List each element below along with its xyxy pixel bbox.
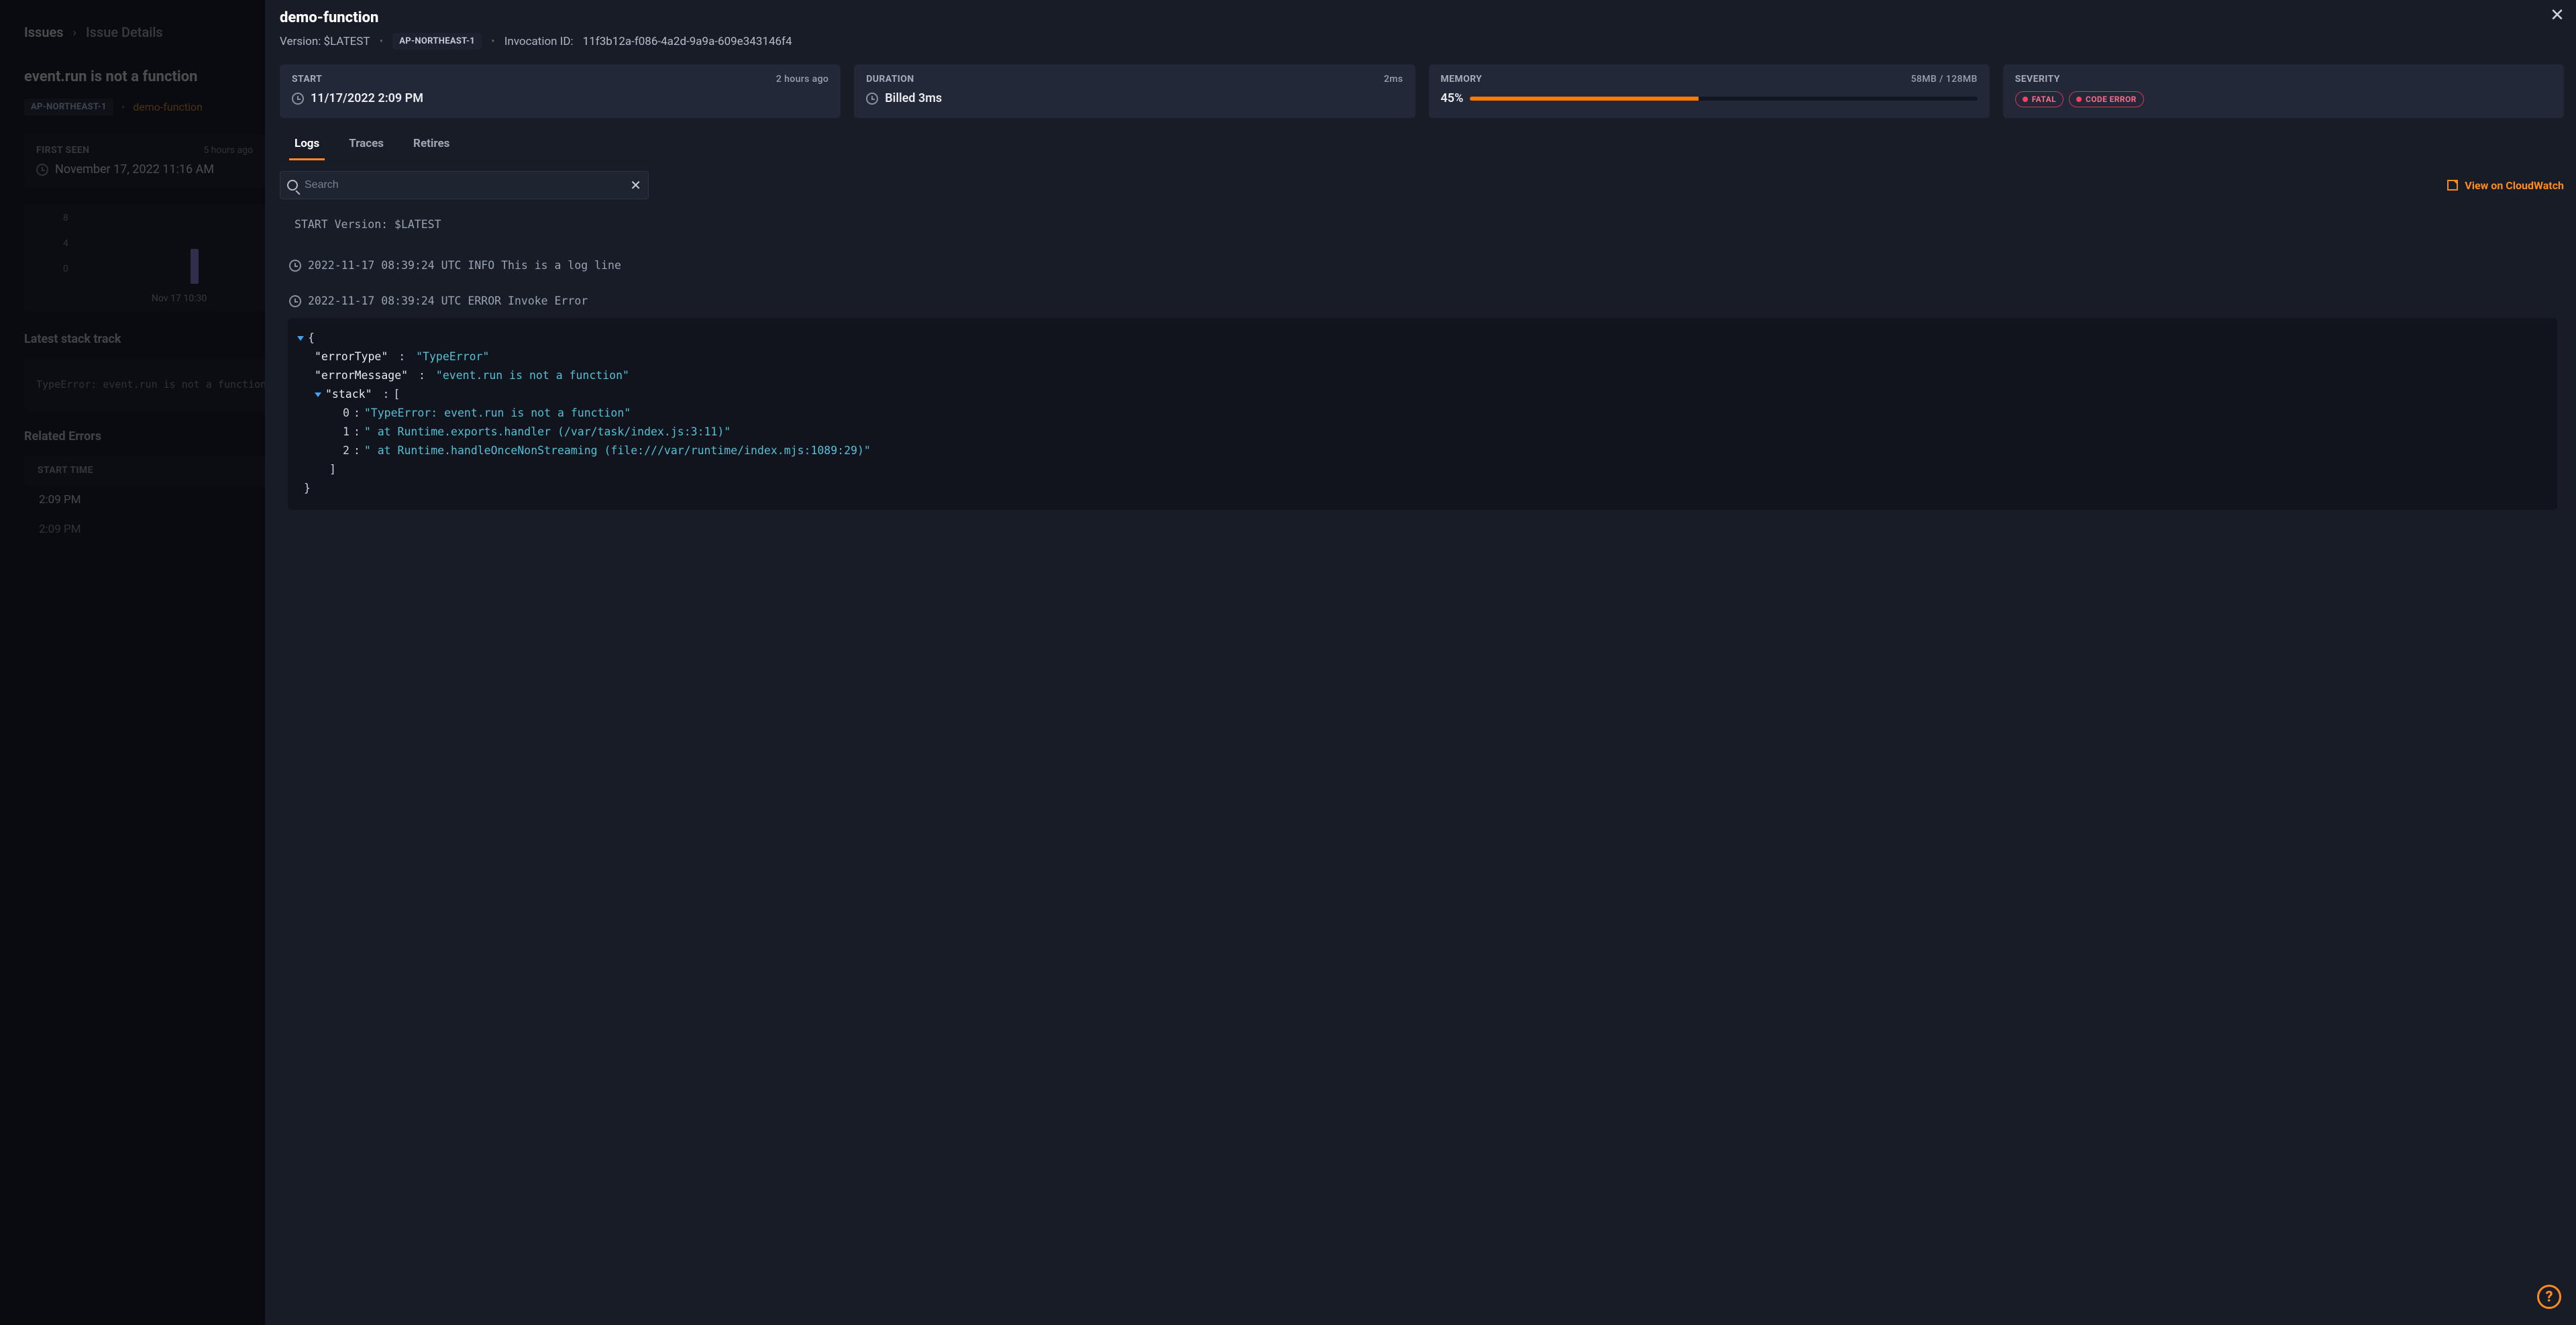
error-json-block: { "errorType" : "TypeError" "errorMessag… xyxy=(288,318,2557,510)
chevron-down-icon[interactable] xyxy=(315,392,321,397)
clock-icon xyxy=(866,93,878,105)
memory-meter-fill xyxy=(1470,97,1698,101)
modal-scrim[interactable] xyxy=(0,0,265,1325)
search-icon xyxy=(287,180,298,191)
log-output[interactable]: START Version: $LATEST 2022-11-17 08:39:… xyxy=(280,209,2564,1325)
help-fab[interactable]: ? xyxy=(2537,1285,2561,1309)
stat-severity: SEVERITY FATAL CODE ERROR xyxy=(2003,64,2564,118)
stat-memory: MEMORY 58MB / 128MB 45% xyxy=(1429,64,1990,118)
search-box[interactable]: ✕ xyxy=(280,171,649,199)
cloudwatch-label: View on CloudWatch xyxy=(2465,179,2564,192)
stat-duration: DURATION 2ms Billed 3ms xyxy=(854,64,1415,118)
panel-tabs: Logs Traces Retires xyxy=(280,122,2564,160)
tab-retires[interactable]: Retires xyxy=(408,127,455,160)
log-error-line: 2022-11-17 08:39:24 UTC ERROR Invoke Err… xyxy=(285,288,2560,314)
panel-title: demo-function xyxy=(280,9,2564,26)
memory-meter xyxy=(1470,97,1977,101)
close-icon[interactable]: ✕ xyxy=(2548,7,2567,25)
invocation-id-label: Invocation ID: xyxy=(504,35,574,48)
stat-label: MEMORY xyxy=(1441,74,1483,85)
invocation-id: 11f3b12a-f086-4a2d-9a9a-609e343146f4 xyxy=(583,35,792,48)
clear-search-icon[interactable]: ✕ xyxy=(630,177,641,193)
region-badge: AP-NORTHEAST-1 xyxy=(392,33,482,50)
dot-separator: • xyxy=(491,35,495,48)
stat-value: 11/17/2022 2:09 PM xyxy=(311,91,423,105)
dot-separator: • xyxy=(380,35,384,48)
stats-row: START 2 hours ago 11/17/2022 2:09 PM DUR… xyxy=(280,64,2564,118)
severity-pill-fatal: FATAL xyxy=(2015,91,2063,107)
log-info-line: 2022-11-17 08:39:24 UTC INFO This is a l… xyxy=(285,252,2560,278)
clock-icon xyxy=(289,295,301,307)
invocation-panel: ✕ demo-function Version: $LATEST • AP-NO… xyxy=(265,0,2576,1325)
memory-percent: 45% xyxy=(1441,91,1464,105)
version-label: Version: $LATEST xyxy=(280,35,370,48)
clock-icon xyxy=(292,93,304,105)
view-cloudwatch-link[interactable]: View on CloudWatch xyxy=(2447,179,2564,192)
panel-meta: Version: $LATEST • AP-NORTHEAST-1 • Invo… xyxy=(280,33,2564,50)
stat-right: 2ms xyxy=(1384,74,1403,85)
stat-start: START 2 hours ago 11/17/2022 2:09 PM xyxy=(280,64,841,118)
severity-pill-codeerror: CODE ERROR xyxy=(2069,91,2144,107)
tab-traces[interactable]: Traces xyxy=(343,127,389,160)
search-input[interactable] xyxy=(299,179,630,191)
stat-label: DURATION xyxy=(866,74,914,85)
clock-icon xyxy=(289,260,301,272)
stat-label: START xyxy=(292,74,322,85)
log-toolbar: ✕ View on CloudWatch xyxy=(280,171,2564,199)
stat-right: 2 hours ago xyxy=(776,74,828,85)
external-link-icon xyxy=(2447,180,2458,191)
tab-logs[interactable]: Logs xyxy=(289,127,325,160)
issue-details-pane: Issues › Issue Details event.run is not … xyxy=(0,0,265,1325)
stat-right: 58MB / 128MB xyxy=(1911,74,1978,85)
stat-value: Billed 3ms xyxy=(885,91,942,105)
chevron-down-icon[interactable] xyxy=(297,336,304,341)
stat-label: SEVERITY xyxy=(2015,74,2060,85)
log-start-line: START Version: $LATEST xyxy=(285,211,2560,237)
